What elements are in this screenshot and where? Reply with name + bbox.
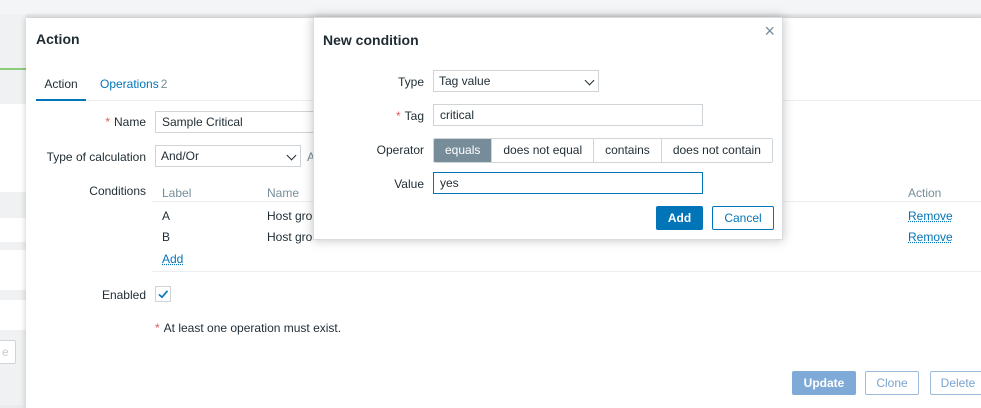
delete-button[interactable]: Delete — [930, 371, 981, 395]
tab-action[interactable]: Action — [36, 77, 86, 101]
tab-operations[interactable]: Operations 2 — [100, 77, 167, 101]
add-condition-link[interactable]: Add — [162, 252, 183, 266]
operator-does-not-equal[interactable]: does not equal — [491, 139, 594, 162]
new-condition-modal: New condition × Type Tag value * Tag crit… — [313, 17, 783, 240]
enabled-label: Enabled — [101, 288, 146, 302]
background-panel — [0, 250, 26, 290]
clone-button[interactable]: Clone — [865, 371, 919, 395]
value-label: Value — [394, 177, 424, 191]
background-top-bar — [0, 0, 981, 14]
close-icon[interactable]: × — [764, 22, 775, 40]
tag-label: * Tag — [395, 109, 424, 123]
checkmark-icon — [158, 290, 169, 299]
operator-does-not-contain[interactable]: does not contain — [660, 139, 772, 162]
background-panel — [0, 104, 26, 192]
chevron-down-icon — [584, 75, 595, 86]
type-label: Type — [397, 75, 424, 89]
background-cut-button[interactable]: e — [0, 340, 16, 364]
remove-condition-link[interactable]: Remove — [908, 230, 953, 244]
calculation-type-select[interactable]: And/Or — [155, 145, 301, 167]
background-panel — [0, 300, 26, 330]
dialog-title: Action — [36, 31, 80, 47]
operator-segmented-control: equals does not equal contains does not … — [433, 138, 773, 163]
update-button[interactable]: Update — [792, 371, 856, 395]
operator-equals[interactable]: equals — [434, 139, 492, 162]
operations-count-badge: 2 — [160, 77, 168, 91]
name-input[interactable]: Sample Critical — [155, 111, 325, 133]
background-panel — [0, 218, 26, 242]
condition-name-cell: Host gro — [267, 209, 313, 223]
tag-input[interactable]: critical — [433, 104, 703, 126]
operator-label: Operator — [376, 143, 424, 157]
background-green-line — [0, 68, 26, 70]
enabled-checkbox[interactable] — [155, 286, 171, 302]
name-label: * Name — [105, 115, 146, 129]
header-name: Name — [267, 186, 300, 200]
cancel-button[interactable]: Cancel — [712, 206, 774, 230]
condition-type-select[interactable]: Tag value — [433, 70, 599, 92]
condition-label-cell: A — [162, 209, 171, 223]
calc-label: Type of calculation — [46, 150, 146, 164]
condition-label-cell: B — [162, 230, 171, 244]
chevron-down-icon — [286, 150, 297, 161]
condition-name-cell: Host gro — [267, 230, 313, 244]
header-label: Label — [162, 186, 192, 200]
value-input[interactable]: yes — [433, 172, 703, 194]
add-button[interactable]: Add — [656, 206, 703, 230]
remove-condition-link[interactable]: Remove — [908, 209, 953, 223]
header-action: Action — [908, 186, 942, 200]
required-marker: * — [105, 115, 110, 129]
conditions-label: Conditions — [89, 184, 146, 198]
validation-note: * At least one operation must exist. — [155, 321, 342, 335]
required-marker: * — [395, 109, 401, 123]
modal-title: New condition — [323, 32, 419, 48]
operator-contains[interactable]: contains — [593, 139, 661, 162]
required-marker: * — [155, 321, 160, 335]
